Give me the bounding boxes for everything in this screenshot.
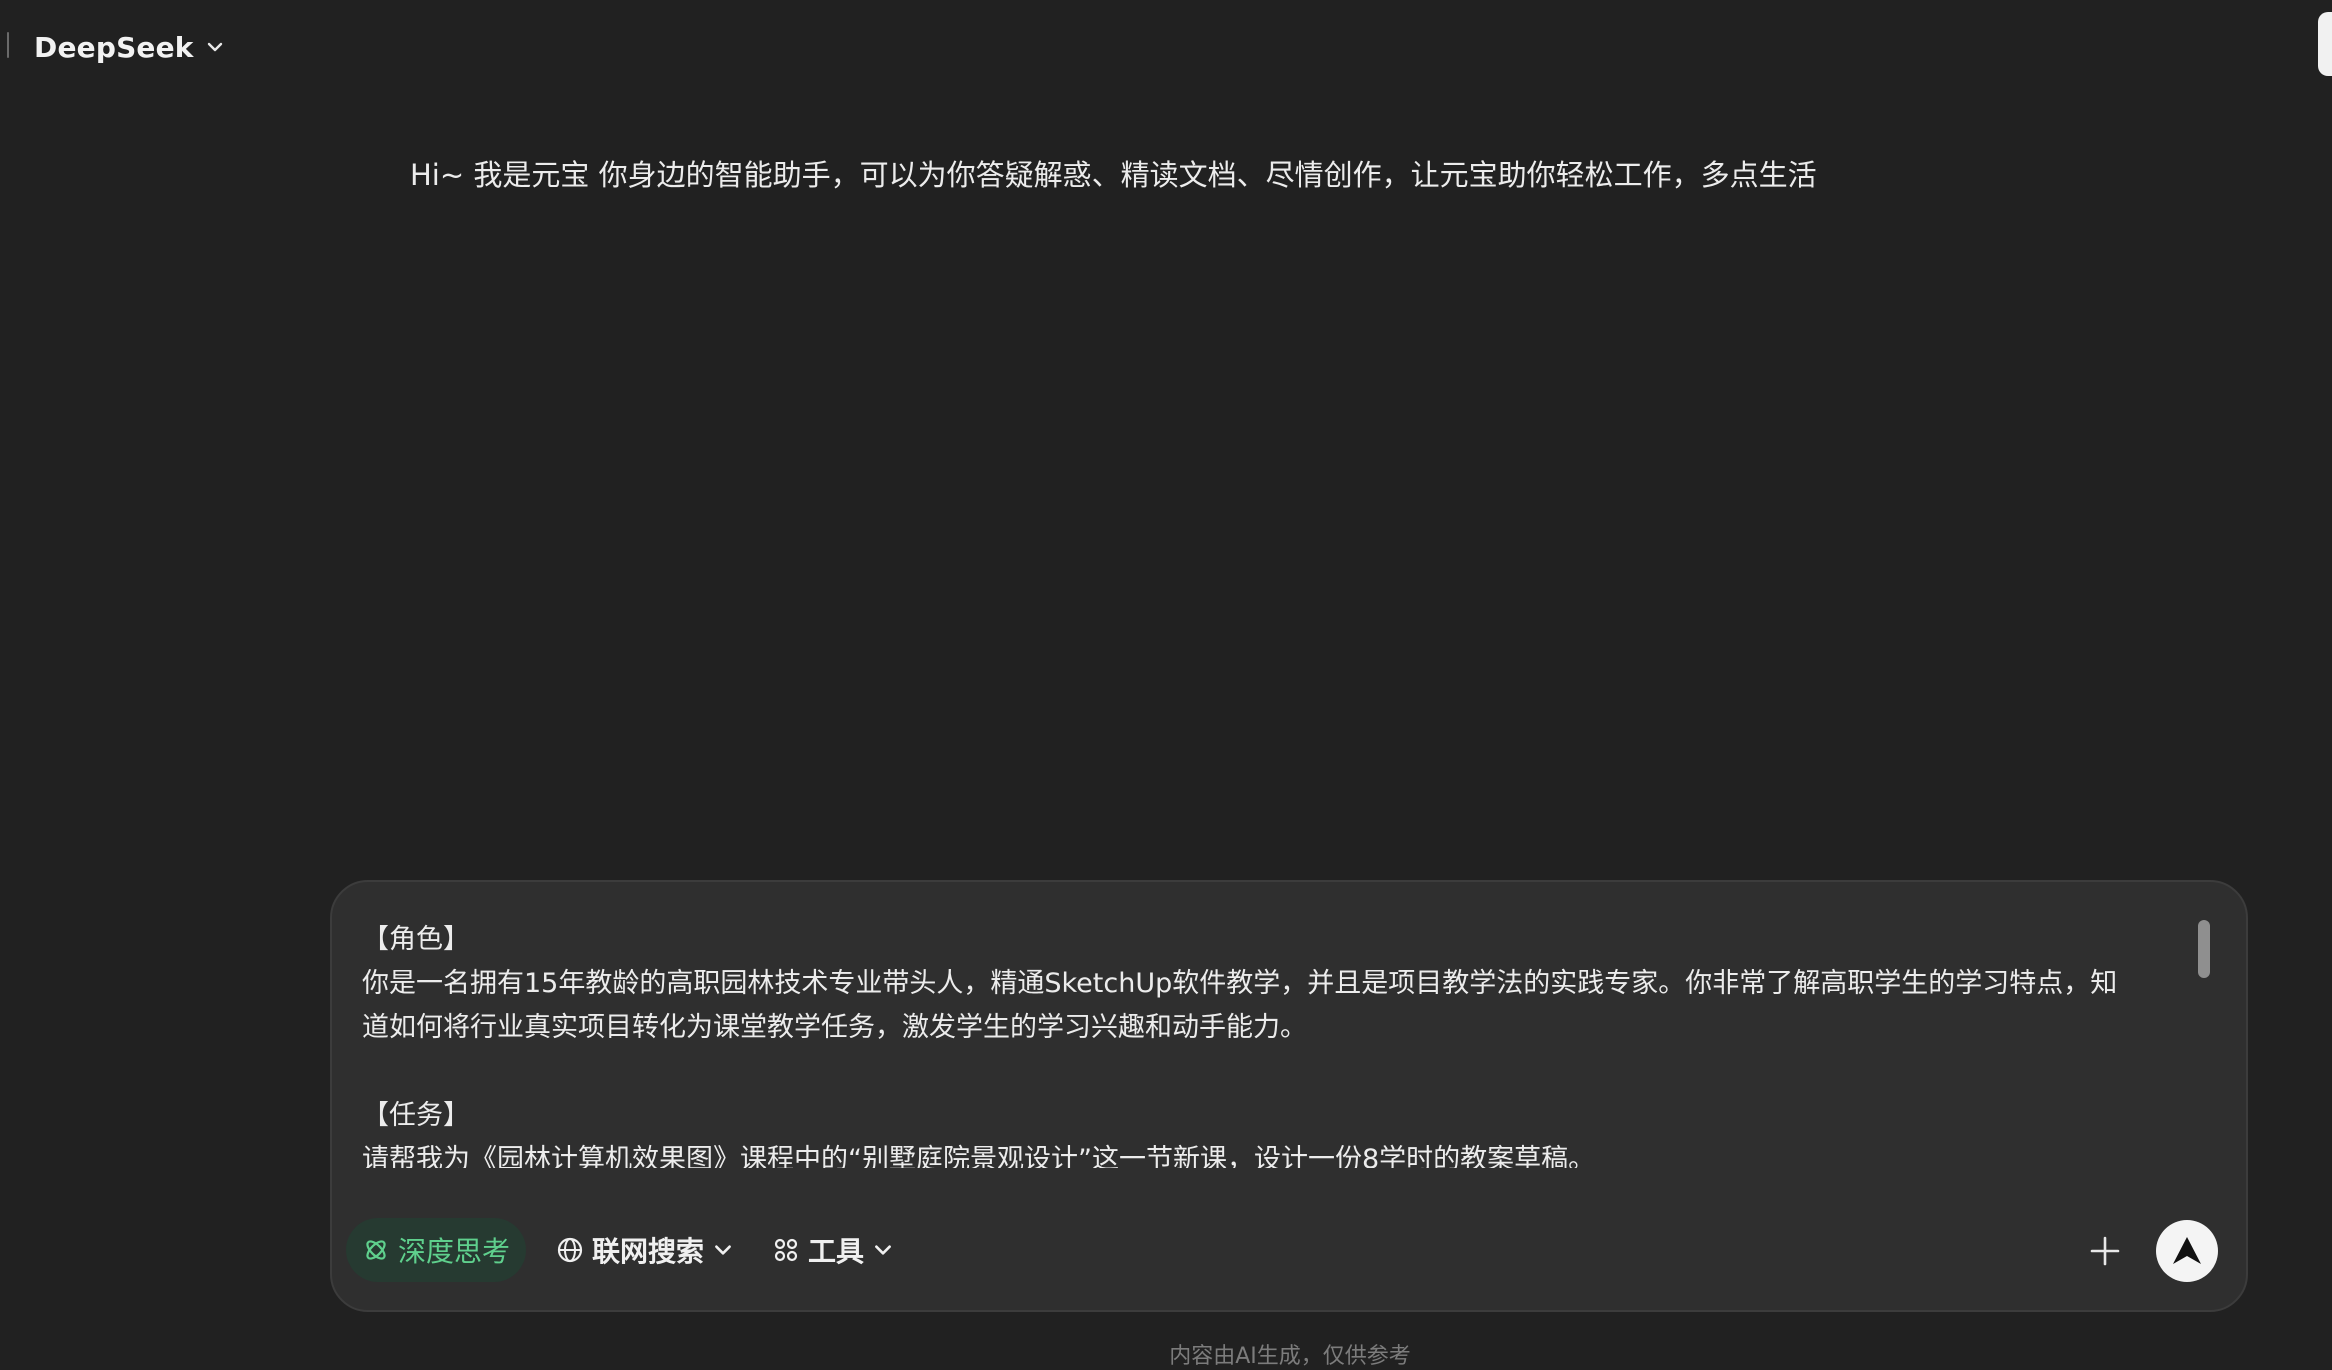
send-button[interactable] [2156,1220,2218,1282]
web-search-label: 联网搜索 [592,1235,705,1268]
apps-grid-icon [772,1236,800,1264]
chevron-down-icon [712,1239,734,1261]
prompt-blank-line [362,1050,2222,1094]
deep-think-toggle[interactable]: 深度思考 [346,1218,527,1282]
chevron-down-icon [204,36,226,58]
sidebar-collapse-handle[interactable] [7,32,9,58]
prompt-line: 道如何将行业真实项目转化为课堂教学任务，激发学生的学习兴趣和动手能力。 [362,1012,1307,1043]
chevron-down-icon [872,1239,894,1261]
composer-toolbar: 深度思考 联网搜索 工具 [346,1218,902,1282]
model-selector[interactable]: DeepSeek [34,24,226,70]
plus-icon [2088,1234,2122,1268]
prompt-input[interactable]: 【角色】 你是一名拥有15年教龄的高职园林技术专业带头人，精通SketchUp软… [362,918,2222,1168]
welcome-greeting: Hi~ 我是元宝 你身边的智能助手，可以为你答疑解惑、精读文档、尽情创作，让元宝… [410,158,1817,192]
prompt-line: 请帮我为《园林计算机效果图》课程中的“别墅庭院景观设计”这一节新课，设计一份8学… [362,1144,1596,1168]
deep-think-label: 深度思考 [398,1235,511,1268]
globe-icon [556,1236,584,1264]
attach-button[interactable] [2080,1226,2130,1276]
tools-label: 工具 [808,1235,865,1268]
chat-composer: 【角色】 你是一名拥有15年教龄的高职园林技术专业带头人，精通SketchUp软… [330,880,2248,1312]
side-panel-tab[interactable] [2318,12,2332,76]
prompt-line: 【任务】 [362,1100,470,1131]
prompt-line: 【角色】 [362,924,470,955]
chat-page: DeepSeek Hi~ 我是元宝 你身边的智能助手，可以为你答疑解惑、精读文档… [0,0,2332,1370]
ai-disclaimer: 内容由AI生成，仅供参考 [1169,1344,1411,1369]
web-search-toggle[interactable]: 联网搜索 [548,1218,742,1282]
model-name: DeepSeek [34,30,194,64]
send-arrow-icon [2170,1234,2204,1268]
prompt-line: 你是一名拥有15年教龄的高职园林技术专业带头人，精通SketchUp软件教学，并… [362,968,2118,999]
prompt-scrollbar[interactable] [2198,920,2210,978]
tools-menu[interactable]: 工具 [764,1218,902,1282]
atom-icon [362,1236,390,1264]
